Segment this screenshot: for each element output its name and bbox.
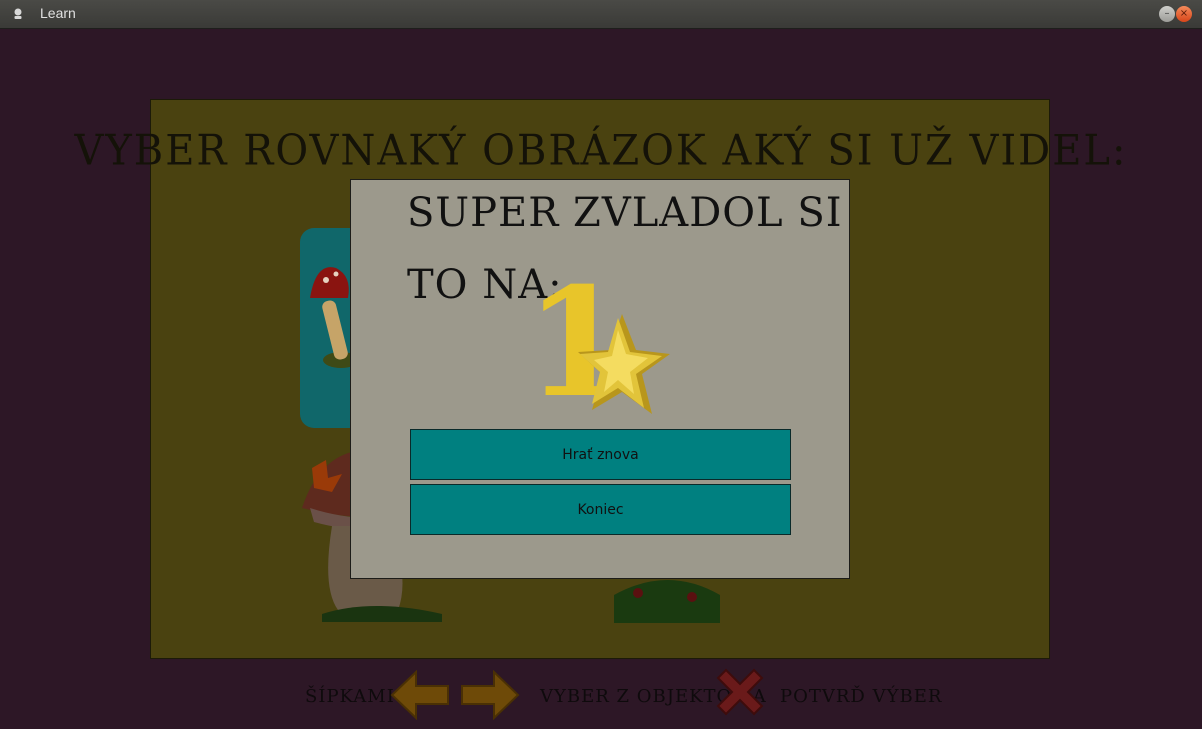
hint-confirm-label: POTVRĎ VÝBER — [780, 686, 943, 707]
quit-button[interactable]: Koniec — [410, 484, 791, 535]
instruction-heading: VYBER ROVNAKÝ OBRÁZOK AKÝ SI UŽ VIDEL: — [74, 126, 1128, 176]
arrow-right-icon — [461, 670, 520, 720]
hint-arrows-label: ŠÍPKAMI — [305, 686, 395, 707]
app-icon — [14, 8, 22, 19]
window-titlebar: Learn – × — [0, 0, 1202, 29]
x-mark-icon — [716, 668, 764, 716]
minimize-button[interactable]: – — [1159, 6, 1175, 22]
gold-star-icon — [578, 314, 670, 414]
window-title: Learn — [40, 5, 76, 21]
play-again-button[interactable]: Hrať znova — [410, 429, 791, 480]
arrow-left-icon — [390, 670, 449, 720]
close-button[interactable]: × — [1176, 6, 1192, 22]
dialog-message-line1: SUPER ZVLADOL SI — [407, 190, 843, 236]
